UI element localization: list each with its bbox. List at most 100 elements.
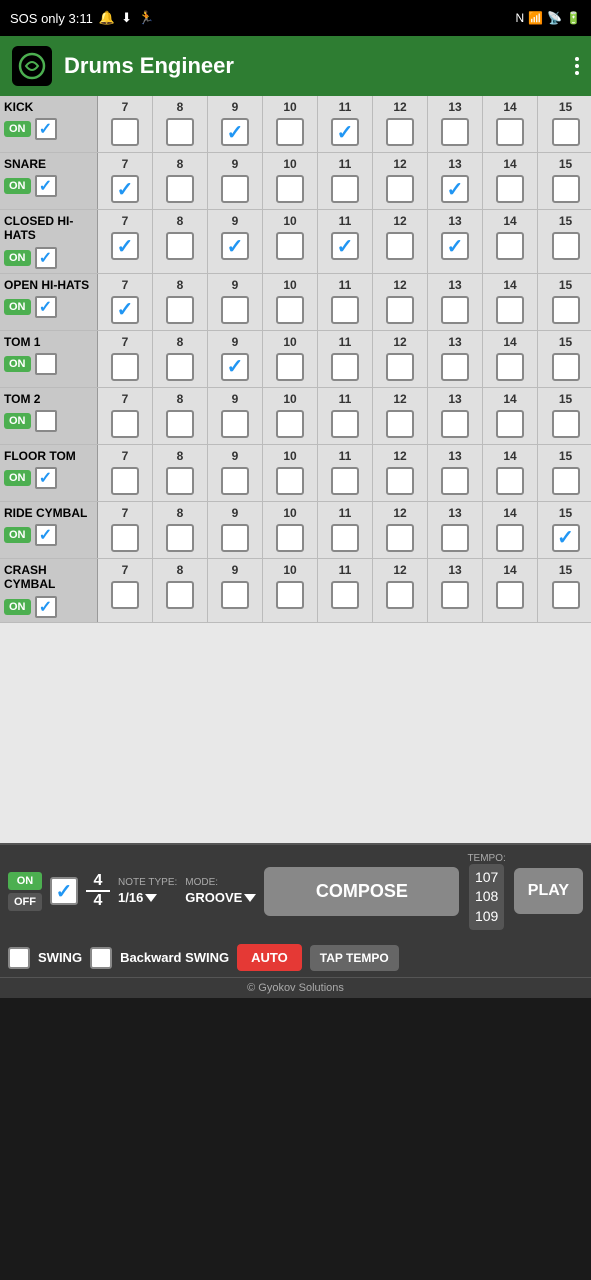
beat-checkbox-7-4[interactable] [331,524,359,552]
beat-checkbox-2-7[interactable] [496,232,524,260]
beat-checkbox-3-6[interactable] [441,296,469,324]
tempo-scroll[interactable]: 107 108 109 [469,864,504,931]
beat-checkbox-2-6[interactable] [441,232,469,260]
beat-checkbox-7-3[interactable] [276,524,304,552]
beat-checkbox-3-5[interactable] [386,296,414,324]
beat-checkbox-1-8[interactable] [552,175,580,203]
beat-checkbox-1-4[interactable] [331,175,359,203]
beat-checkbox-4-6[interactable] [441,353,469,381]
beat-checkbox-6-7[interactable] [496,467,524,495]
beat-checkbox-0-3[interactable] [276,118,304,146]
instrument-checkbox-4[interactable] [35,353,57,375]
beat-checkbox-6-3[interactable] [276,467,304,495]
beat-checkbox-8-7[interactable] [496,581,524,609]
beat-checkbox-1-6[interactable] [441,175,469,203]
beat-checkbox-7-6[interactable] [441,524,469,552]
beat-checkbox-2-3[interactable] [276,232,304,260]
beat-checkbox-5-8[interactable] [552,410,580,438]
on-btn-7[interactable]: ON [4,527,31,543]
beat-checkbox-7-1[interactable] [166,524,194,552]
beat-checkbox-4-5[interactable] [386,353,414,381]
beat-checkbox-1-5[interactable] [386,175,414,203]
beat-checkbox-3-1[interactable] [166,296,194,324]
on-btn-0[interactable]: ON [4,121,31,137]
beat-checkbox-2-2[interactable] [221,232,249,260]
beat-checkbox-0-6[interactable] [441,118,469,146]
beat-checkbox-1-7[interactable] [496,175,524,203]
beat-checkbox-4-0[interactable] [111,353,139,381]
beat-checkbox-8-6[interactable] [441,581,469,609]
beat-checkbox-2-8[interactable] [552,232,580,260]
beat-checkbox-0-8[interactable] [552,118,580,146]
beat-checkbox-0-1[interactable] [166,118,194,146]
beat-checkbox-5-3[interactable] [276,410,304,438]
beat-checkbox-3-3[interactable] [276,296,304,324]
bottom-main-checkbox[interactable] [50,877,78,905]
beat-checkbox-7-5[interactable] [386,524,414,552]
beat-checkbox-2-5[interactable] [386,232,414,260]
beat-checkbox-4-3[interactable] [276,353,304,381]
tap-tempo-button[interactable]: TAP TEMPO [310,945,399,971]
on-btn-4[interactable]: ON [4,356,31,372]
beat-checkbox-6-6[interactable] [441,467,469,495]
beat-checkbox-2-1[interactable] [166,232,194,260]
beat-checkbox-8-2[interactable] [221,581,249,609]
beat-checkbox-6-5[interactable] [386,467,414,495]
beat-checkbox-4-1[interactable] [166,353,194,381]
note-type-value-row[interactable]: 1/16 [118,890,177,905]
instrument-checkbox-1[interactable] [35,175,57,197]
instrument-checkbox-2[interactable] [35,247,57,269]
beat-checkbox-1-0[interactable] [111,175,139,203]
beat-checkbox-8-5[interactable] [386,581,414,609]
beat-checkbox-8-4[interactable] [331,581,359,609]
on-button-bottom[interactable]: ON [8,872,42,890]
beat-checkbox-5-2[interactable] [221,410,249,438]
instrument-checkbox-3[interactable] [35,296,57,318]
instrument-checkbox-8[interactable] [35,596,57,618]
play-button[interactable]: PLAY [514,868,583,914]
beat-checkbox-3-7[interactable] [496,296,524,324]
on-btn-3[interactable]: ON [4,299,31,315]
backward-swing-checkbox[interactable] [90,947,112,969]
beat-checkbox-0-7[interactable] [496,118,524,146]
beat-checkbox-5-1[interactable] [166,410,194,438]
beat-checkbox-2-4[interactable] [331,232,359,260]
mode-value-row[interactable]: GROOVE [185,890,256,905]
beat-checkbox-6-2[interactable] [221,467,249,495]
beat-checkbox-0-0[interactable] [111,118,139,146]
beat-checkbox-0-5[interactable] [386,118,414,146]
instrument-checkbox-6[interactable] [35,467,57,489]
beat-checkbox-0-2[interactable] [221,118,249,146]
beat-checkbox-1-2[interactable] [221,175,249,203]
beat-checkbox-5-4[interactable] [331,410,359,438]
beat-checkbox-4-4[interactable] [331,353,359,381]
off-button-bottom[interactable]: OFF [8,893,42,911]
beat-checkbox-8-1[interactable] [166,581,194,609]
beat-checkbox-6-8[interactable] [552,467,580,495]
on-btn-6[interactable]: ON [4,470,31,486]
beat-checkbox-4-7[interactable] [496,353,524,381]
beat-checkbox-7-0[interactable] [111,524,139,552]
beat-checkbox-8-3[interactable] [276,581,304,609]
beat-checkbox-6-4[interactable] [331,467,359,495]
beat-checkbox-6-0[interactable] [111,467,139,495]
beat-checkbox-7-8[interactable] [552,524,580,552]
auto-button[interactable]: AUTO [237,944,302,971]
on-btn-8[interactable]: ON [4,599,31,615]
on-btn-1[interactable]: ON [4,178,31,194]
beat-checkbox-4-8[interactable] [552,353,580,381]
on-btn-5[interactable]: ON [4,413,31,429]
beat-checkbox-5-5[interactable] [386,410,414,438]
beat-checkbox-3-0[interactable] [111,296,139,324]
beat-checkbox-3-2[interactable] [221,296,249,324]
beat-checkbox-3-4[interactable] [331,296,359,324]
menu-button[interactable] [575,57,579,75]
beat-checkbox-4-2[interactable] [221,353,249,381]
swing-checkbox[interactable] [8,947,30,969]
note-type-dropdown-arrow[interactable] [145,894,157,902]
compose-button[interactable]: COMPOSE [264,867,459,916]
beat-checkbox-6-1[interactable] [166,467,194,495]
beat-checkbox-7-2[interactable] [221,524,249,552]
beat-checkbox-5-7[interactable] [496,410,524,438]
beat-checkbox-8-8[interactable] [552,581,580,609]
